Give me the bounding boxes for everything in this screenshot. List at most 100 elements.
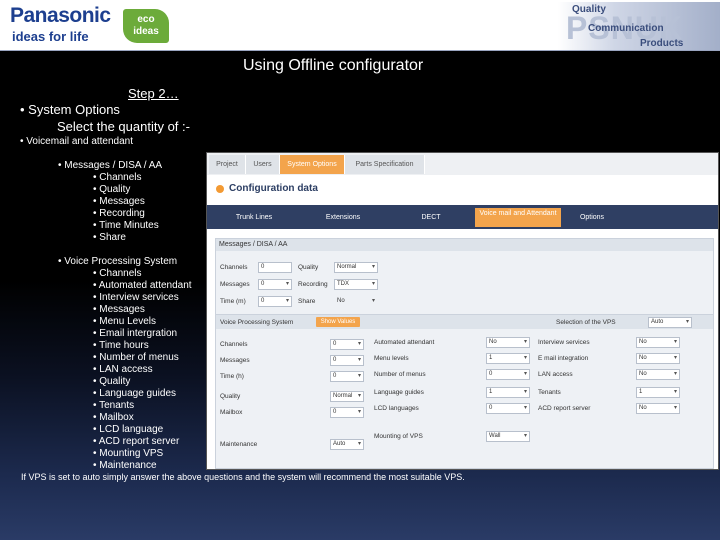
chevron-down-icon: ▾ [371, 264, 375, 270]
eco-text: eco [137, 14, 155, 25]
chevron-down-icon: ▾ [673, 371, 677, 377]
time-label: Time (m) [220, 298, 246, 305]
channels-field[interactable]: 0 [258, 262, 292, 273]
list-item: • Maintenance [93, 460, 157, 471]
chevron-down-icon: ▾ [285, 298, 289, 304]
quality-label: Quality [298, 264, 319, 271]
field-label: Language guides [374, 389, 424, 396]
tab-system-options[interactable]: System Options [280, 155, 345, 174]
chevron-down-icon: ▾ [357, 441, 361, 447]
messages-field[interactable]: 0 ▾ [258, 279, 292, 290]
list-item: • LAN access [93, 364, 153, 375]
list-item: • Interview services [93, 292, 179, 303]
share-select[interactable]: No ▾ [334, 296, 378, 307]
field-input[interactable]: Auto ▾ [330, 439, 364, 450]
field-value: No [489, 339, 497, 345]
configurator-screenshot: Project Users System Options Parts Speci… [206, 152, 719, 470]
tab-project[interactable]: Project [209, 155, 246, 174]
chevron-down-icon: ▾ [523, 433, 527, 439]
field-input[interactable]: 0 ▾ [330, 407, 364, 418]
field-value: 0 [333, 373, 337, 379]
chevron-down-icon: ▾ [523, 405, 527, 411]
step-heading: Step 2… [128, 86, 179, 101]
time-field[interactable]: 0 ▾ [258, 296, 292, 307]
chevron-down-icon: ▾ [673, 389, 677, 395]
config-data-title: Configuration data [229, 183, 318, 194]
chevron-down-icon: ▾ [673, 339, 677, 345]
vps-section-header: Voice Processing System Show Values Sele… [216, 315, 713, 329]
list-item: • Mounting VPS [93, 448, 164, 459]
chevron-down-icon: ▾ [371, 298, 375, 304]
field-label: Menu levels [374, 355, 409, 362]
subtab-extensions[interactable]: Extensions [299, 208, 387, 227]
voicemail-bullet: • Voicemail and attendant [20, 136, 134, 147]
products-text: Products [640, 38, 684, 49]
recording-label: Recording [298, 281, 328, 288]
field-label: LCD languages [374, 405, 419, 412]
list-item: • Tenants [93, 400, 135, 411]
field-input[interactable]: No ▾ [636, 369, 680, 380]
vps-selection-select[interactable]: Auto ▾ [648, 317, 692, 328]
messages-section: Messages / DISA / AA Channels 0 Messages… [215, 238, 714, 319]
system-options-bullet: • System Options [20, 102, 120, 117]
field-label: ACD report server [538, 405, 591, 412]
subtab-options[interactable]: Options [562, 208, 622, 227]
chevron-down-icon: ▾ [523, 371, 527, 377]
field-value: Wall [489, 433, 501, 439]
messages-bullet: • Messages / DISA / AA [58, 160, 163, 171]
field-input[interactable]: 1 ▾ [486, 353, 530, 364]
quality-value: Normal [337, 264, 357, 270]
vps-section-title: Voice Processing System [220, 319, 294, 326]
chevron-down-icon: ▾ [673, 355, 677, 361]
recording-select[interactable]: TDX ▾ [334, 279, 378, 290]
field-input[interactable]: No ▾ [486, 337, 530, 348]
field-label: LAN access [538, 371, 573, 378]
psnuk-logo: PSNUK Quality Communication Products [558, 2, 720, 50]
vps-section: Voice Processing System Show Values Sele… [215, 314, 714, 469]
chevron-down-icon: ▾ [523, 355, 527, 361]
tab-parts-specification[interactable]: Parts Specification [345, 155, 425, 174]
field-label: Interview services [538, 339, 590, 346]
field-input[interactable]: Normal ▾ [330, 391, 364, 402]
list-item: • Channels [93, 172, 142, 183]
list-item: • Language guides [93, 388, 177, 399]
communication-text: Communication [588, 23, 664, 34]
field-value: No [639, 355, 647, 361]
field-value: 0 [489, 405, 493, 411]
field-input[interactable]: 0 ▾ [330, 355, 364, 366]
chevron-down-icon: ▾ [285, 281, 289, 287]
quality-select[interactable]: Normal ▾ [334, 262, 378, 273]
channels-label: Channels [220, 264, 248, 271]
field-label: Mailbox [220, 409, 243, 416]
subtab-voicemail-attendant[interactable]: Voice mail and Attendant [475, 208, 561, 227]
field-input[interactable]: No ▾ [636, 353, 680, 364]
list-item: • Channels [93, 268, 142, 279]
field-input[interactable]: 1 ▾ [486, 387, 530, 398]
field-input[interactable]: No ▾ [636, 337, 680, 348]
recording-value: TDX [337, 281, 349, 287]
tab-users[interactable]: Users [246, 155, 280, 174]
main-tabs: Project Users System Options Parts Speci… [207, 153, 718, 175]
footer-note: If VPS is set to auto simply answer the … [21, 472, 465, 482]
show-values-button[interactable]: Show Values [316, 317, 360, 327]
header-bar: Panasonic ideas for life eco ideas PSNUK… [0, 0, 720, 51]
field-input[interactable]: 0 ▾ [330, 339, 364, 350]
vps-selection-value: Auto [651, 319, 664, 325]
chevron-down-icon: ▾ [523, 339, 527, 345]
field-input[interactable]: 0 ▾ [486, 369, 530, 380]
field-input[interactable]: 1 ▾ [636, 387, 680, 398]
field-input[interactable]: No ▾ [636, 403, 680, 414]
field-input[interactable]: 0 ▾ [330, 371, 364, 382]
share-label: Share [298, 298, 316, 305]
field-value: 0 [333, 357, 337, 363]
subtab-trunk-lines[interactable]: Trunk Lines [210, 208, 298, 227]
vps-bullet: • Voice Processing System [58, 256, 178, 267]
list-item: • Mailbox [93, 412, 134, 423]
field-input[interactable]: 0 ▾ [486, 403, 530, 414]
bullet-dot-icon [216, 185, 224, 193]
list-item: • Menu Levels [93, 316, 156, 327]
subtab-dect[interactable]: DECT [388, 208, 474, 227]
field-label: Channels [220, 341, 248, 348]
quality-text: Quality [572, 4, 606, 15]
field-input[interactable]: Wall ▾ [486, 431, 530, 442]
